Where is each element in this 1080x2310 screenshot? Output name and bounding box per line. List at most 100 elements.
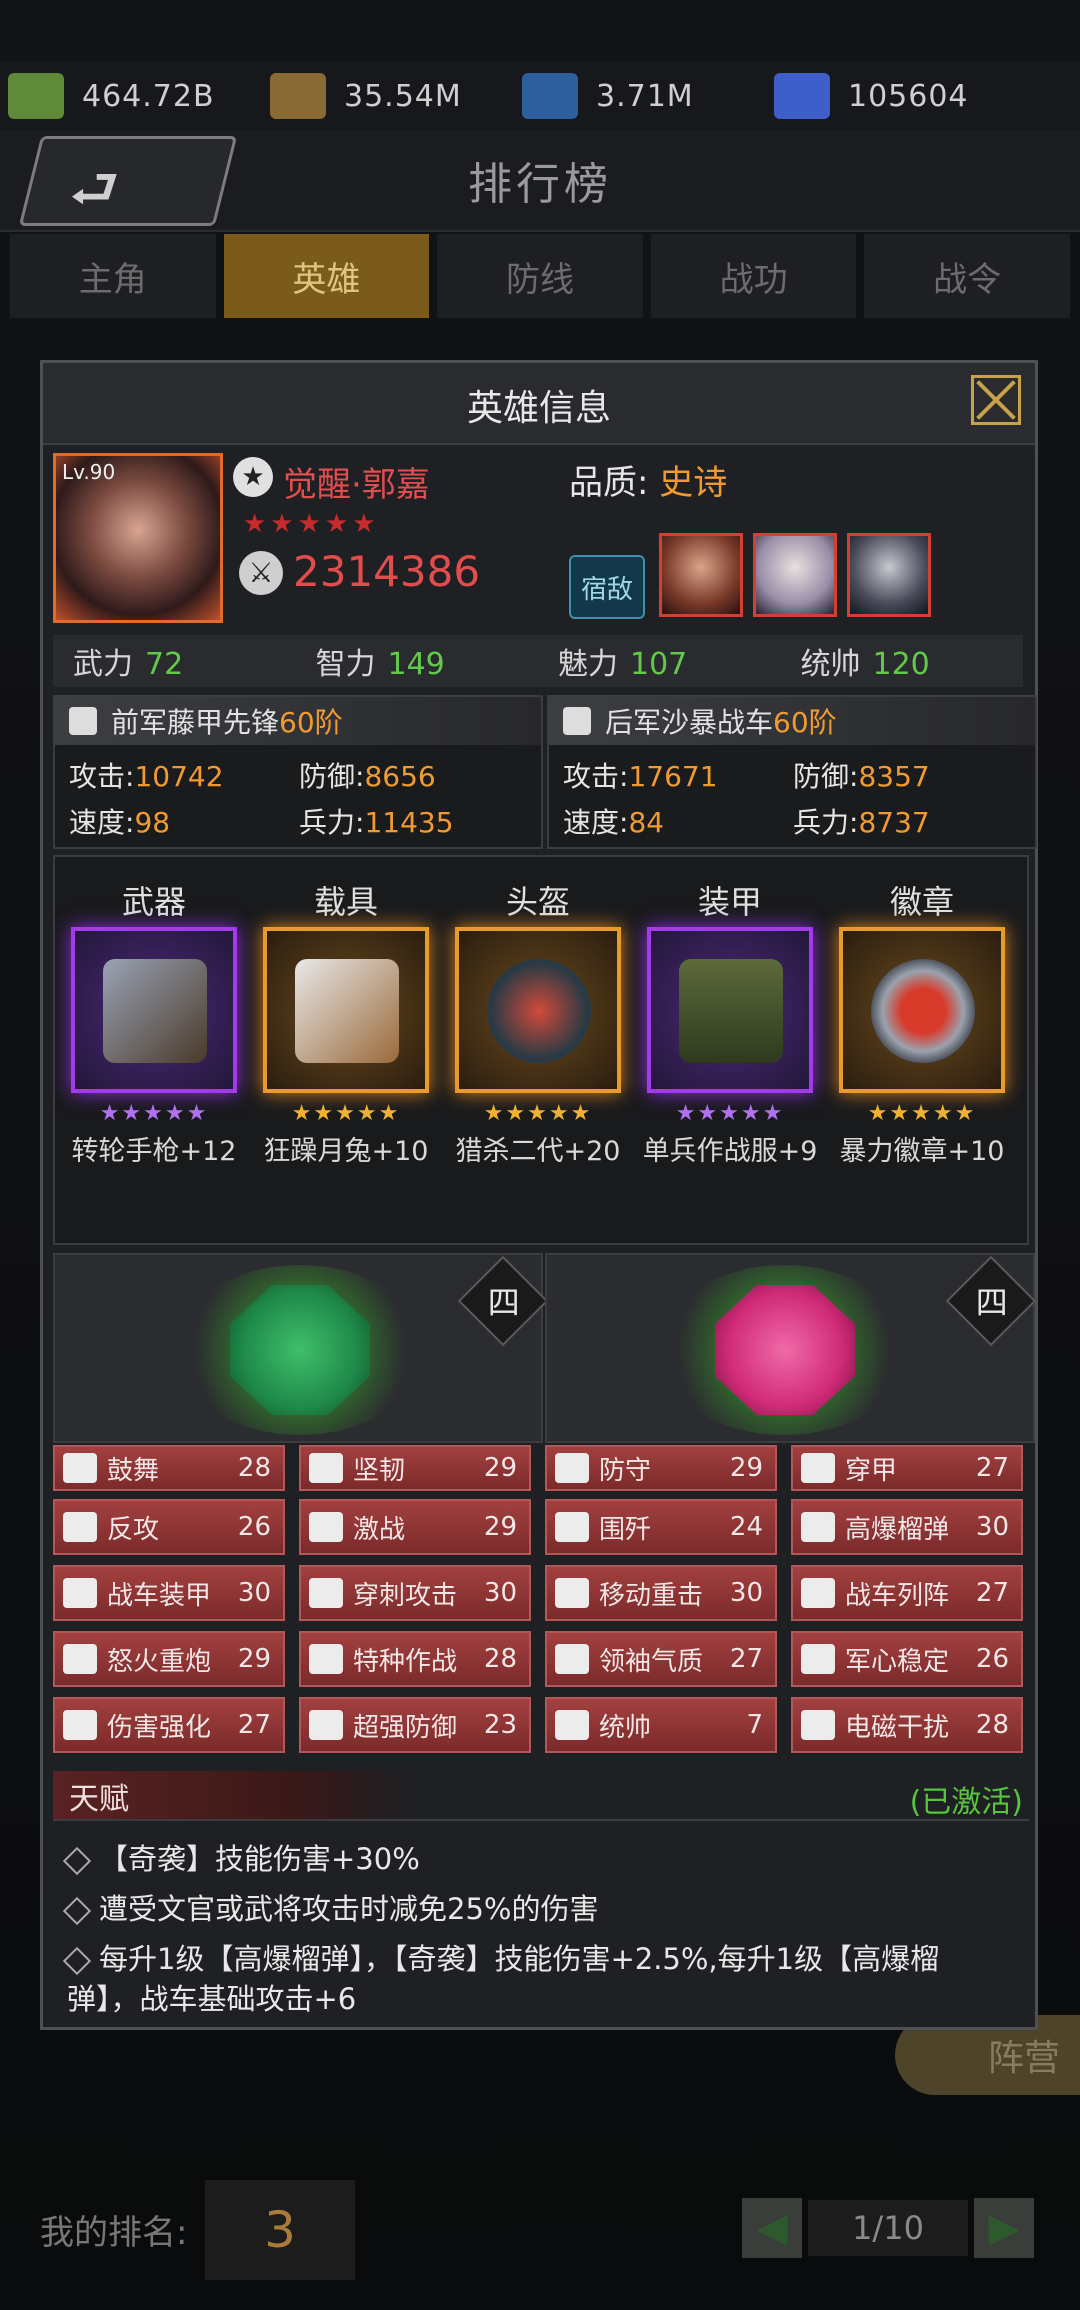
rival-portrait[interactable] <box>847 533 931 617</box>
gem-slot[interactable]: 四 <box>545 1253 1037 1443</box>
skill-icon <box>309 1453 343 1483</box>
skill-item[interactable]: 超强防御 23 <box>299 1697 531 1753</box>
equip-frame <box>263 927 429 1093</box>
troop-speed: 速度:98 <box>69 806 171 839</box>
equip-name: 猎杀二代+20 <box>455 1136 621 1167</box>
badge-icon <box>871 959 975 1063</box>
skill-item[interactable]: 高爆榴弹 30 <box>791 1499 1023 1555</box>
wheat-icon <box>270 73 326 119</box>
troop-speed: 速度:84 <box>563 806 665 839</box>
skill-item[interactable]: 穿甲 27 <box>791 1445 1023 1491</box>
equip-badge[interactable]: 徽章 ★★★★★ 暴力徽章+10 <box>827 857 1017 1167</box>
skill-item[interactable]: 战车装甲 30 <box>53 1565 285 1621</box>
next-page-button[interactable]: ▶ <box>974 2198 1034 2258</box>
diamond-bullet-icon <box>62 1946 92 1976</box>
skill-item[interactable]: 领袖气质 27 <box>545 1631 777 1687</box>
troop-level: 60阶 <box>279 706 343 739</box>
skill-icon <box>555 1453 589 1483</box>
skill-icon <box>63 1644 97 1674</box>
prev-page-button[interactable]: ◀ <box>742 2198 802 2258</box>
equip-armor[interactable]: 装甲 ★★★★★ 单兵作战服+9 <box>635 857 825 1167</box>
skill-item[interactable]: 激战 29 <box>299 1499 531 1555</box>
skill-icon <box>63 1710 97 1740</box>
shield-icon <box>69 707 97 735</box>
rabbit-mech-icon <box>295 959 399 1063</box>
tab-main[interactable]: 主角 <box>10 234 216 318</box>
skill-icon <box>63 1453 97 1483</box>
skill-icon <box>801 1578 835 1608</box>
talent-line: 遭受文官或武将攻击时减免25%的伤害 <box>62 1889 1007 1929</box>
equip-slot-label: 头盔 <box>505 883 570 921</box>
skill-icon <box>555 1710 589 1740</box>
skill-icon <box>555 1512 589 1542</box>
resource-diamond: 105604 <box>774 68 969 124</box>
skill-item[interactable]: 电磁干扰 28 <box>791 1697 1023 1753</box>
equip-vehicle[interactable]: 载具 ★★★★★ 狂躁月兔+10 <box>251 857 441 1167</box>
skill-item[interactable]: 穿刺攻击 30 <box>299 1565 531 1621</box>
equipment-panel: 武器 ★★★★★ 转轮手枪+12 载具 ★★★★★ 狂躁月兔+10 头盔 ★★★… <box>53 855 1029 1245</box>
gem-slot[interactable]: 四 <box>53 1253 549 1443</box>
tab-battlepass[interactable]: 战令 <box>864 234 1070 318</box>
troop-level: 60阶 <box>773 706 837 739</box>
skill-item[interactable]: 反攻 26 <box>53 1499 285 1555</box>
troop-title: 后军沙暴战车 60阶 <box>549 697 1035 745</box>
rear-troop-card[interactable]: 后军沙暴战车 60阶 攻击:17671 防御:8357 速度:84 兵力:8737 <box>547 695 1037 849</box>
page-title: 排行榜 <box>468 159 612 210</box>
equip-stars: ★★★★★ <box>291 1101 401 1126</box>
tab-hero[interactable]: 英雄 <box>223 234 430 318</box>
skill-item[interactable]: 特种作战 28 <box>299 1631 531 1687</box>
troop-defense: 防御:8357 <box>793 760 930 793</box>
troop-attack: 攻击:10742 <box>69 760 224 793</box>
front-troop-card[interactable]: 前军藤甲先锋 60阶 攻击:10742 防御:8656 速度:98 兵力:1143… <box>53 695 543 849</box>
hero-level: Lv.90 <box>62 460 116 484</box>
skill-item[interactable]: 伤害强化 27 <box>53 1697 285 1753</box>
equip-stars: ★★★★★ <box>867 1101 977 1126</box>
resource-lightning: 3.71M <box>522 68 694 124</box>
skill-icon <box>309 1644 343 1674</box>
skill-icon <box>555 1644 589 1674</box>
hero-power: 2314386 <box>293 547 481 596</box>
skill-item[interactable]: 怒火重炮 29 <box>53 1631 285 1687</box>
skill-icon <box>801 1512 835 1542</box>
talent-divider <box>53 1819 1029 1821</box>
quality-label: 品质: <box>569 463 649 503</box>
skill-item[interactable]: 移动重击 30 <box>545 1565 777 1621</box>
talent-line: 【奇袭】技能伤害+30% <box>62 1839 1007 1879</box>
revolver-icon <box>103 959 207 1063</box>
skill-item[interactable]: 坚韧 29 <box>299 1445 531 1491</box>
skill-item[interactable]: 围歼 24 <box>545 1499 777 1555</box>
resource-wheat: 35.54M <box>270 68 462 124</box>
skill-item[interactable]: 鼓舞 28 <box>53 1445 285 1491</box>
resource-value: 105604 <box>848 78 969 114</box>
equip-frame <box>455 927 621 1093</box>
tab-merit[interactable]: 战功 <box>650 234 857 318</box>
rival-badge[interactable]: 宿敌 <box>569 555 645 619</box>
camp-label: 阵营 <box>987 2038 1060 2079</box>
troop-strength: 兵力:8737 <box>793 806 930 839</box>
skill-item[interactable]: 防守 29 <box>545 1445 777 1491</box>
attr-charm: 魅力 107 <box>558 647 688 682</box>
skill-icon <box>801 1644 835 1674</box>
hero-quality: 品质: 史诗 <box>569 455 727 504</box>
tab-defense[interactable]: 防线 <box>437 234 643 318</box>
rival-portrait[interactable] <box>659 533 743 617</box>
equip-helmet[interactable]: 头盔 ★★★★★ 猎杀二代+20 <box>443 857 633 1167</box>
hero-portrait[interactable]: Lv.90 <box>53 453 223 623</box>
equip-weapon[interactable]: 武器 ★★★★★ 转轮手枪+12 <box>59 857 249 1167</box>
skill-item[interactable]: 战车列阵 27 <box>791 1565 1023 1621</box>
resource-value: 35.54M <box>344 78 462 114</box>
close-icon[interactable] <box>971 375 1021 425</box>
talent-header: 天赋 <box>53 1771 403 1821</box>
skill-item[interactable]: 军心稳定 26 <box>791 1631 1023 1687</box>
diamond-bullet-icon <box>62 1846 92 1876</box>
skill-item[interactable]: 统帅 7 <box>545 1697 777 1753</box>
hero-name: 觉醒·郭嘉 <box>283 465 430 505</box>
talent-status: (已激活) <box>909 1785 1023 1820</box>
skill-icon <box>309 1512 343 1542</box>
skill-icon <box>309 1710 343 1740</box>
rival-portrait[interactable] <box>753 533 837 617</box>
resource-value: 3.71M <box>596 78 694 114</box>
attr-intellect: 智力 149 <box>315 647 445 682</box>
equip-name: 单兵作战服+9 <box>642 1136 818 1167</box>
resource-cash: 464.72B <box>8 68 215 124</box>
